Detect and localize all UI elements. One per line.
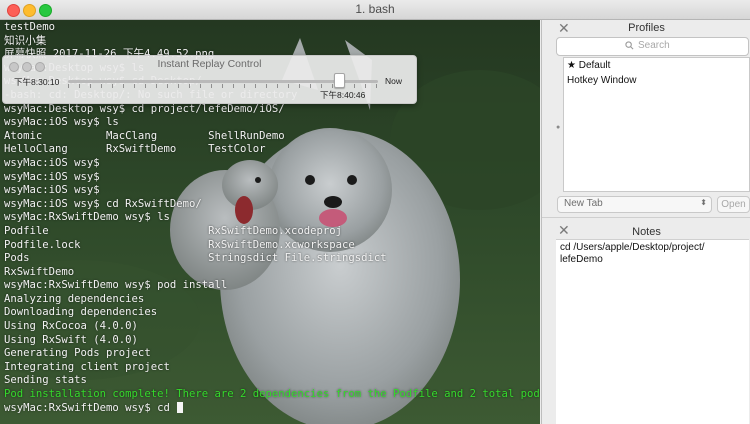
profile-item-hotkey-window[interactable]: Hotkey Window xyxy=(564,73,749,88)
replay-current-time: 下午8:40:46 xyxy=(320,90,366,100)
profiles-list: ★ Default Hotkey Window xyxy=(563,57,750,192)
replay-title: Instant Replay Control xyxy=(157,58,262,70)
panel-divider xyxy=(542,217,750,218)
chevron-updown-icon: ⬍ xyxy=(700,198,707,207)
terminal-prompt-line[interactable]: wsyMac:RxSwiftDemo wsy$ cd xyxy=(4,401,540,416)
profiles-search-input[interactable]: Search xyxy=(556,37,749,56)
replay-now-label: Now xyxy=(385,76,403,86)
terminal-line: wsyMac:Desktop wsy$ cd project/lefeDemo/… xyxy=(4,102,285,115)
search-placeholder: Search xyxy=(638,40,670,51)
terminal-line: wsyMac:iOS wsy$ xyxy=(4,184,100,197)
terminal-line: Analyzing dependencies xyxy=(4,292,145,305)
terminal-line: testDemo xyxy=(4,21,56,33)
terminal-line: Pods Stringsdict File.stringsdict xyxy=(4,252,387,265)
terminal-line: Sending stats xyxy=(4,374,87,387)
terminal-line: wsyMac:RxSwiftDemo wsy$ ls xyxy=(4,211,170,224)
terminal-line: Integrating client project xyxy=(4,360,170,373)
notes-title: Notes xyxy=(632,226,661,238)
replay-slider-knob[interactable] xyxy=(334,73,345,88)
text-cursor xyxy=(177,401,184,413)
terminal-line: Using RxCocoa (4.0.0) xyxy=(4,320,138,333)
terminal-line: HelloClang RxSwiftDemo TestColor xyxy=(4,143,266,156)
notes-textarea[interactable]: cd /Users/apple/Desktop/project/ lefeDem… xyxy=(556,239,749,424)
terminal-line: Podfile.lock RxSwiftDemo.xcworkspace xyxy=(4,238,355,251)
terminal-line: wsyMac:iOS wsy$ xyxy=(4,156,100,169)
instant-replay-control-window[interactable]: Instant Replay Control 下午8:30:10 Now 下午8… xyxy=(2,55,417,104)
profiles-title: Profiles xyxy=(628,22,665,34)
terminal-line: Downloading dependencies xyxy=(4,306,158,319)
replay-start-time: 下午8:30:10 xyxy=(14,77,60,87)
search-icon xyxy=(625,41,634,50)
terminal-line: Generating Pods project xyxy=(4,347,151,360)
profile-item-default[interactable]: ★ Default xyxy=(564,58,749,73)
title-bar: 1. bash xyxy=(0,0,750,20)
window-title: 1. bash xyxy=(355,2,395,16)
terminal-line: wsyMac:iOS wsy$ xyxy=(4,170,100,183)
replay-slider-ticks xyxy=(68,84,378,88)
terminal-line: wsyMac:RxSwiftDemo wsy$ pod install xyxy=(4,279,228,292)
terminal-line: RxSwiftDemo xyxy=(4,265,75,278)
terminal-line: wsyMac:iOS wsy$ cd RxSwiftDemo/ xyxy=(4,197,202,210)
terminal-line: wsyMac:iOS wsy$ ls xyxy=(4,116,119,129)
terminal-line: Podfile RxSwiftDemo.xcodeproj xyxy=(4,224,343,237)
new-tab-label: New Tab xyxy=(564,198,603,209)
terminal-prompt: wsyMac:RxSwiftDemo wsy$ cd xyxy=(4,401,177,414)
pod-install-success-line: Pod installation complete! There are 2 d… xyxy=(4,388,540,401)
terminal-line: Atomic MacClang ShellRunDemo xyxy=(4,129,285,142)
pane-resize-handle[interactable]: ● xyxy=(556,124,560,131)
terminal-line: 知识小集 xyxy=(4,34,47,47)
terminal-line: Using RxSwift (4.0.0) xyxy=(4,333,138,346)
toolbelt-panel: ✕ Profiles Search ● ★ Default Hotkey Win… xyxy=(541,20,750,424)
open-button[interactable]: Open xyxy=(717,196,750,213)
new-tab-select[interactable]: New Tab ⬍ xyxy=(557,196,712,213)
replay-slider-track[interactable] xyxy=(68,80,378,83)
